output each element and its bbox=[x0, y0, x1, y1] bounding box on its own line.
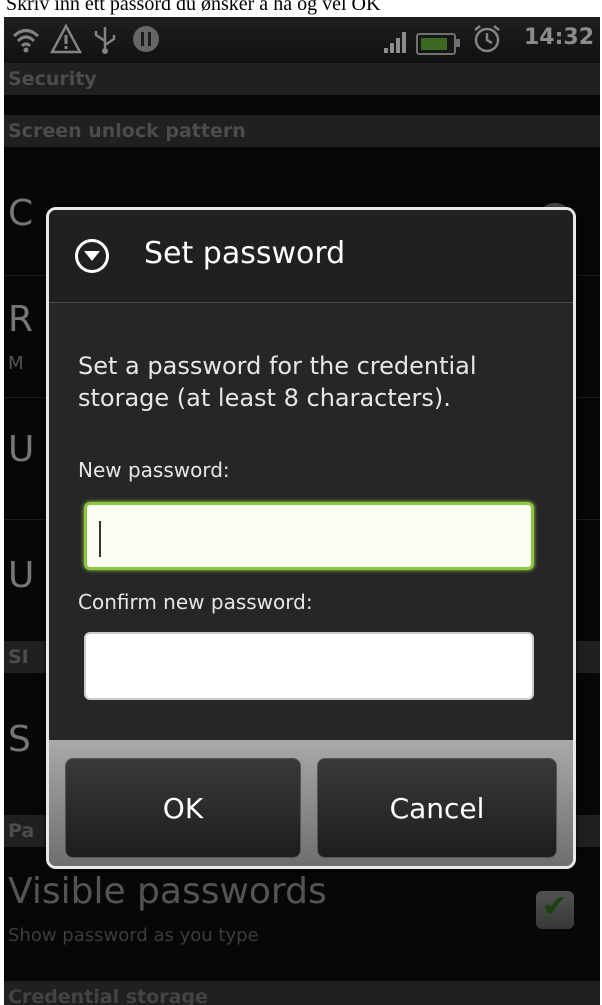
caption-text: Skriv inn ett passord du ønsker å ha og … bbox=[0, 0, 602, 17]
ok-button[interactable]: OK bbox=[65, 758, 301, 858]
caption-label: Skriv inn ett passord du ønsker å ha og … bbox=[6, 0, 381, 15]
dialog-button-bar: OK Cancel bbox=[49, 740, 573, 866]
dialog-message: Set a password for the credential storag… bbox=[78, 352, 477, 412]
dialog-dropdown-icon bbox=[75, 239, 109, 273]
dialog-title-bar: Set password bbox=[49, 210, 573, 303]
text-caret bbox=[99, 521, 101, 557]
new-password-field[interactable] bbox=[84, 502, 534, 570]
phone-screen: 14:32 Security Screen unlock pattern C R… bbox=[4, 17, 600, 1005]
new-password-label: New password: bbox=[78, 458, 230, 482]
confirm-password-field[interactable] bbox=[84, 632, 534, 700]
cancel-button[interactable]: Cancel bbox=[317, 758, 557, 858]
dialog-title: Set password bbox=[144, 236, 346, 271]
set-password-dialog: Set password Set a password for the cred… bbox=[46, 207, 576, 869]
confirm-password-label: Confirm new password: bbox=[78, 590, 313, 614]
